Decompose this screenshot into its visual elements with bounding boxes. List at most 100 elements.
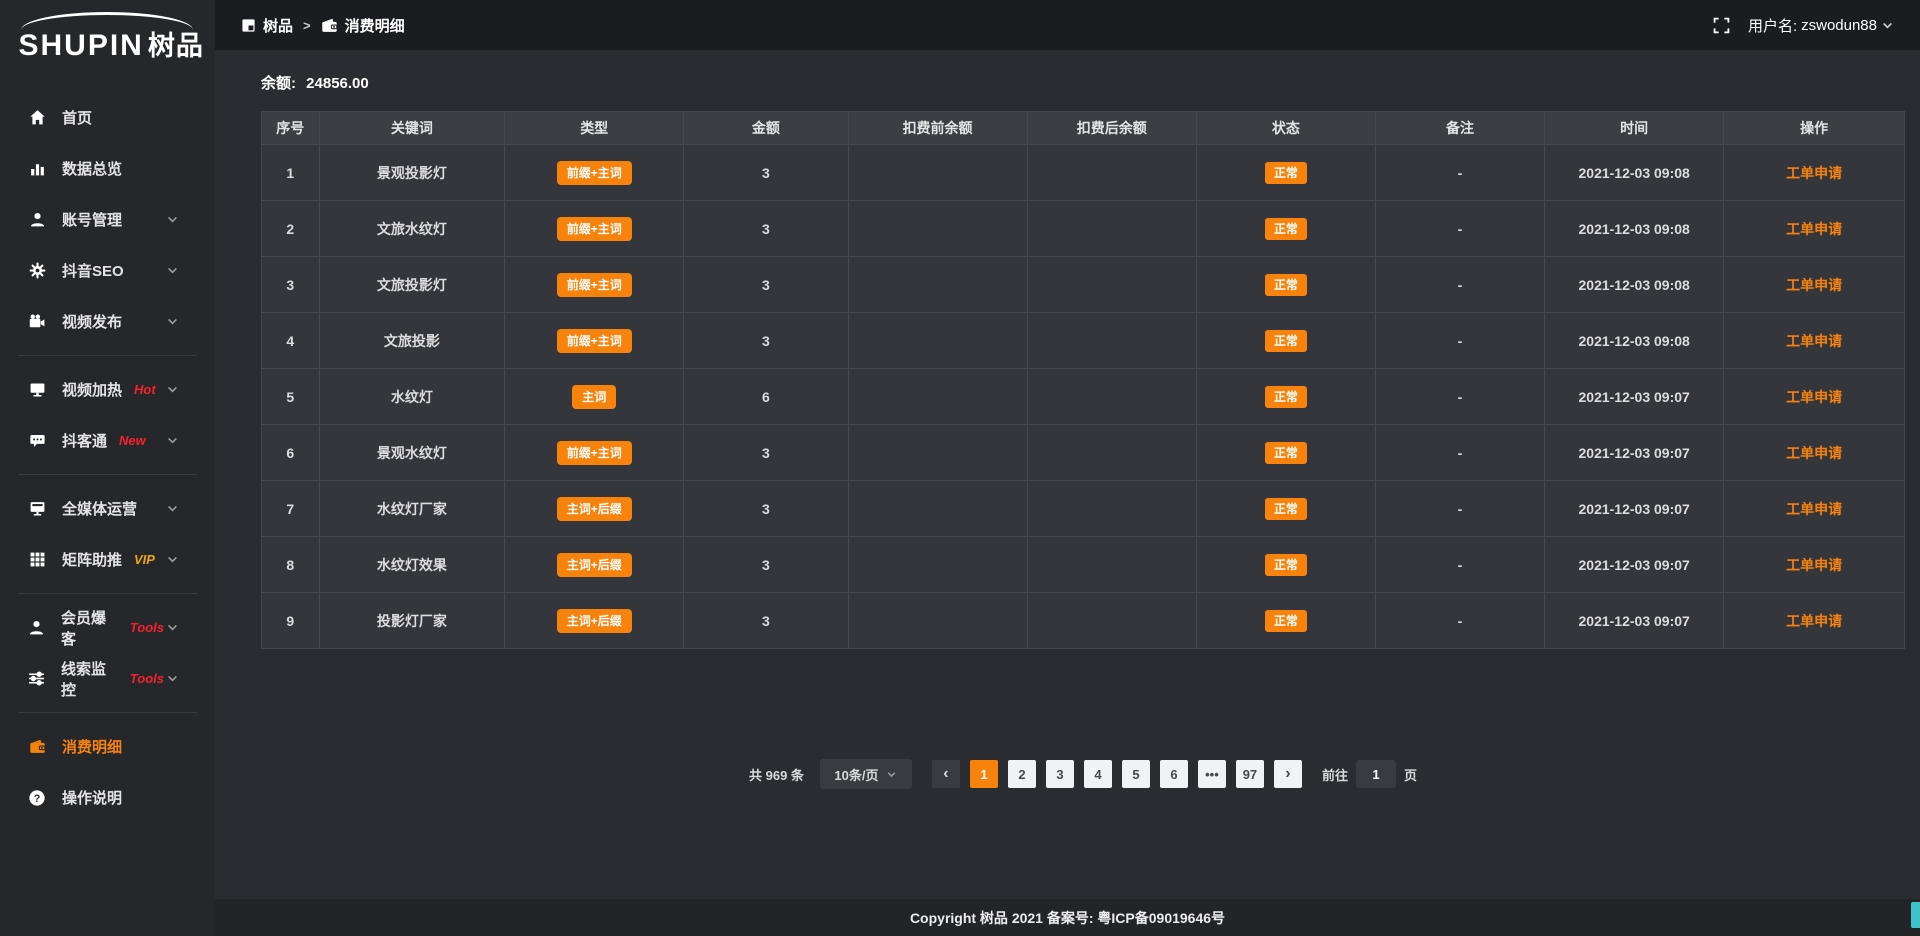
next-page-button[interactable]: ›: [1274, 760, 1302, 788]
sidebar-item-question[interactable]: ?操作说明: [0, 772, 215, 823]
breadcrumb-home-label: 树品: [263, 15, 293, 36]
goto-page-input[interactable]: [1356, 760, 1396, 788]
prev-page-button[interactable]: ‹: [932, 760, 960, 788]
grid-icon: [28, 551, 46, 568]
sidebar-item-grid[interactable]: 矩阵助推VIP: [0, 534, 215, 585]
chevron-down-icon: [163, 315, 181, 328]
cell-status: 正常: [1196, 481, 1375, 537]
page-size-select[interactable]: 10条/页: [820, 759, 912, 789]
cell-balance-after: [1027, 481, 1196, 537]
floating-widget[interactable]: [1911, 902, 1920, 928]
cell-balance-after: [1027, 369, 1196, 425]
cell-type: 前缀+主词: [505, 201, 684, 257]
sidebar-item-video-camera[interactable]: 视频发布: [0, 296, 215, 347]
cell-amount: 3: [684, 257, 848, 313]
page-button-2[interactable]: 2: [1008, 760, 1036, 788]
app-icon: [241, 18, 256, 33]
column-header: 序号: [262, 112, 320, 145]
breadcrumb: 树品 > 消费明细: [241, 15, 405, 36]
breadcrumb-current[interactable]: 消费明细: [321, 15, 405, 36]
cell-amount: 3: [684, 145, 848, 201]
home-icon: [28, 109, 46, 126]
work-order-link[interactable]: 工单申请: [1786, 165, 1842, 181]
cell-remark: -: [1375, 593, 1544, 649]
logo-cn: 树品: [148, 31, 204, 61]
cell-status: 正常: [1196, 537, 1375, 593]
cell-keyword: 景观投影灯: [319, 145, 505, 201]
work-order-link[interactable]: 工单申请: [1786, 277, 1842, 293]
cell-action: 工单申请: [1724, 313, 1905, 369]
wallet-icon: [321, 17, 338, 34]
question-icon: ?: [28, 789, 46, 807]
sidebar-item-wallet[interactable]: 消费明细: [0, 721, 215, 772]
cell-type: 前缀+主词: [505, 425, 684, 481]
table-row: 3文旅投影灯前缀+主词3正常-2021-12-03 09:08工单申请: [262, 257, 1905, 313]
user-dropdown[interactable]: 用户名: zswodun88: [1748, 15, 1894, 36]
work-order-link[interactable]: 工单申请: [1786, 389, 1842, 405]
work-order-link[interactable]: 工单申请: [1786, 613, 1842, 629]
page-button-3[interactable]: 3: [1046, 760, 1074, 788]
copyright-text: Copyright 树品 2021 备案号: 粤ICP备09019646号: [910, 908, 1225, 928]
video-camera-icon: [28, 313, 46, 330]
sidebar-item-user[interactable]: 会员爆客Tools: [0, 602, 215, 653]
sidebar-divider: [18, 355, 197, 356]
sidebar-item-label: 视频加热: [62, 379, 122, 400]
breadcrumb-current-label: 消费明细: [345, 15, 405, 36]
page-button-4[interactable]: 4: [1084, 760, 1112, 788]
cell-action: 工单申请: [1724, 425, 1905, 481]
type-tag: 前缀+主词: [557, 329, 632, 353]
page-button-1[interactable]: 1: [970, 760, 998, 788]
cell-type: 前缀+主词: [505, 145, 684, 201]
sidebar-item-chat[interactable]: 抖客通New: [0, 415, 215, 466]
column-header: 时间: [1545, 112, 1724, 145]
cell-status: 正常: [1196, 313, 1375, 369]
fullscreen-icon[interactable]: [1713, 17, 1730, 34]
sidebar-item-user[interactable]: 账号管理: [0, 194, 215, 245]
cell-keyword: 文旅水纹灯: [319, 201, 505, 257]
wallet-icon: [28, 738, 46, 755]
sidebar-item-bar-chart[interactable]: 数据总览: [0, 143, 215, 194]
sidebar-item-gear[interactable]: 抖音SEO: [0, 245, 215, 296]
cell-amount: 6: [684, 369, 848, 425]
cell-keyword: 文旅投影: [319, 313, 505, 369]
sidebar-item-sliders[interactable]: 线索监控Tools: [0, 653, 215, 704]
cell-action: 工单申请: [1724, 593, 1905, 649]
sidebar-item-home[interactable]: 首页: [0, 92, 215, 143]
cell-balance-before: [848, 425, 1027, 481]
cell-balance-before: [848, 145, 1027, 201]
column-header: 操作: [1724, 112, 1905, 145]
cell-type: 前缀+主词: [505, 257, 684, 313]
cell-keyword: 投影灯厂家: [319, 593, 505, 649]
page-button-97[interactable]: 97: [1236, 760, 1264, 788]
cell-action: 工单申请: [1724, 257, 1905, 313]
column-header: 关键词: [319, 112, 505, 145]
cell-status: 正常: [1196, 201, 1375, 257]
status-badge: 正常: [1265, 162, 1307, 184]
status-badge: 正常: [1265, 218, 1307, 240]
work-order-link[interactable]: 工单申请: [1786, 221, 1842, 237]
page-button-6[interactable]: 6: [1160, 760, 1188, 788]
work-order-link[interactable]: 工单申请: [1786, 333, 1842, 349]
cell-remark: -: [1375, 537, 1544, 593]
cell-time: 2021-12-03 09:07: [1545, 481, 1724, 537]
cell-seq: 4: [262, 313, 320, 369]
status-badge: 正常: [1265, 386, 1307, 408]
cell-time: 2021-12-03 09:07: [1545, 425, 1724, 481]
work-order-link[interactable]: 工单申请: [1786, 501, 1842, 517]
work-order-link[interactable]: 工单申请: [1786, 445, 1842, 461]
cell-balance-after: [1027, 313, 1196, 369]
cell-status: 正常: [1196, 145, 1375, 201]
cell-type: 前缀+主词: [505, 313, 684, 369]
consumption-table: 序号关键词类型金额扣费前余额扣费后余额状态备注时间操作 1景观投影灯前缀+主词3…: [261, 111, 1905, 649]
table-row: 8水纹灯效果主词+后缀3正常-2021-12-03 09:07工单申请: [262, 537, 1905, 593]
logo[interactable]: SHUPIN树品: [13, 12, 203, 64]
page-button-5[interactable]: 5: [1122, 760, 1150, 788]
cell-type: 主词+后缀: [505, 481, 684, 537]
work-order-link[interactable]: 工单申请: [1786, 557, 1842, 573]
breadcrumb-home[interactable]: 树品: [241, 15, 293, 36]
chevron-down-icon: [163, 553, 181, 566]
more-pages-button[interactable]: •••: [1198, 760, 1226, 788]
sidebar-item-monitor[interactable]: 全媒体运营: [0, 483, 215, 534]
sidebar-item-screen[interactable]: 视频加热Hot: [0, 364, 215, 415]
chevron-down-icon: [164, 621, 181, 634]
